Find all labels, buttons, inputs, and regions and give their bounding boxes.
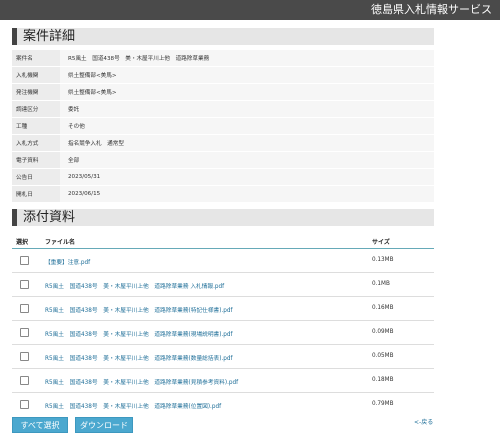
file-size: 0.79MB xyxy=(372,401,394,407)
section-title-attachments: 添付資料 xyxy=(23,210,76,225)
back-link[interactable]: <-戻る xyxy=(414,417,433,426)
detail-value: 2023/05/31 xyxy=(60,168,434,186)
file-size: 0.16MB xyxy=(372,305,394,311)
file-link[interactable]: R5風土 国道438号 美・木屋平川上他 道路除草業務(位置図).pdf xyxy=(45,401,221,410)
detail-value: R5風土 国道438号 美・木屋平川上他 道路除草業務 xyxy=(60,50,434,67)
detail-label: 電子資料 xyxy=(12,151,60,169)
detail-label: 入札方式 xyxy=(12,134,60,152)
detail-value: 委託 xyxy=(60,100,434,118)
file-checkbox[interactable] xyxy=(20,376,29,385)
column-header-size: サイズ xyxy=(372,239,390,246)
file-link[interactable]: R5風土 国道438号 美・木屋平川上他 道路除草業務 入札情報.pdf xyxy=(45,281,224,290)
file-link[interactable]: R5風土 国道438号 美・木屋平川上他 道路除草業務(見積参考資料).pdf xyxy=(45,377,238,386)
file-row: R5風土 国道438号 美・木屋平川上他 道路除草業務(数量総括表).pdf 0… xyxy=(12,345,434,369)
detail-label: 発注機関 xyxy=(12,83,60,101)
detail-row: 開札日 2023/06/15 xyxy=(12,185,434,203)
detail-label: 工種 xyxy=(12,117,60,135)
section-header-details: 案件詳細 xyxy=(12,28,434,45)
detail-row: 公告日 2023/05/31 xyxy=(12,168,434,186)
detail-value: 県土整備部<美馬> xyxy=(60,83,434,101)
file-checkbox[interactable] xyxy=(20,352,29,361)
download-button[interactable]: ダウンロード xyxy=(75,417,133,433)
file-checkbox[interactable] xyxy=(20,304,29,313)
file-checkbox[interactable] xyxy=(20,256,29,265)
detail-row: 案件名 R5風土 国道438号 美・木屋平川上他 道路除草業務 xyxy=(12,50,434,67)
file-link[interactable]: R5風土 国道438号 美・木屋平川上他 道路除草業務(特記仕様書).pdf xyxy=(45,305,232,314)
header-bar: 徳島県入札情報サービス xyxy=(0,0,500,20)
file-link[interactable]: R5風土 国道438号 美・木屋平川上他 道路除草業務(数量総括表).pdf xyxy=(45,353,232,362)
file-checkbox[interactable] xyxy=(20,280,29,289)
detail-value: その他 xyxy=(60,117,434,135)
file-size: 0.05MB xyxy=(372,353,394,359)
detail-row: 入札機関 県土整備部<美馬> xyxy=(12,66,434,84)
detail-row: 入札方式 指名競争入札 通常型 xyxy=(12,134,434,152)
section-title-details: 案件詳細 xyxy=(23,29,76,44)
column-header-select: 選択 xyxy=(16,239,29,246)
file-size: 0.18MB xyxy=(372,377,394,383)
select-all-button[interactable]: すべて選択 xyxy=(12,417,68,433)
detail-label: 公告日 xyxy=(12,168,60,186)
detail-label: 調達区分 xyxy=(12,100,60,118)
file-size: 0.09MB xyxy=(372,329,394,335)
detail-row: 調達区分 委託 xyxy=(12,100,434,118)
file-row: R5風土 国道438号 美・木屋平川上他 道路除草業務 入札情報.pdf 0.1… xyxy=(12,273,434,297)
file-link[interactable]: 【重要】注意.pdf xyxy=(45,257,90,266)
detail-row: 発注機関 県土整備部<美馬> xyxy=(12,83,434,101)
file-row: R5風土 国道438号 美・木屋平川上他 道路除草業務(特記仕様書).pdf 0… xyxy=(12,297,434,321)
file-row: R5風土 国道438号 美・木屋平川上他 道路除草業務(現場説明書).pdf 0… xyxy=(12,321,434,345)
detail-value: 2023/06/15 xyxy=(60,185,434,203)
detail-label: 案件名 xyxy=(12,50,60,67)
detail-row: 工種 その他 xyxy=(12,117,434,135)
detail-label: 入札機関 xyxy=(12,66,60,84)
file-size: 0.1MB xyxy=(372,281,390,287)
detail-value: 指名競争入札 通常型 xyxy=(60,134,434,152)
file-checkbox[interactable] xyxy=(20,328,29,337)
file-size: 0.13MB xyxy=(372,257,394,263)
file-row: 【重要】注意.pdf 0.13MB xyxy=(12,249,434,273)
detail-row: 電子資料 全部 xyxy=(12,151,434,169)
files-table-header: 選択 ファイル名 サイズ xyxy=(12,234,434,249)
details-table: 案件名 R5風土 国道438号 美・木屋平川上他 道路除草業務 入札機関 県土整備部… xyxy=(12,50,434,203)
file-checkbox[interactable] xyxy=(20,400,29,409)
section-header-attachments: 添付資料 xyxy=(12,209,434,226)
detail-value: 県土整備部<美馬> xyxy=(60,66,434,84)
detail-value: 全部 xyxy=(60,151,434,169)
site-title: 徳島県入札情報サービス xyxy=(371,3,492,16)
file-row: R5風土 国道438号 美・木屋平川上他 道路除草業務(位置図).pdf 0.7… xyxy=(12,393,434,416)
column-header-filename: ファイル名 xyxy=(45,239,76,246)
file-row: R5風土 国道438号 美・木屋平川上他 道路除草業務(見積参考資料).pdf … xyxy=(12,369,434,393)
detail-label: 開札日 xyxy=(12,185,60,203)
file-link[interactable]: R5風土 国道438号 美・木屋平川上他 道路除草業務(現場説明書).pdf xyxy=(45,329,232,338)
